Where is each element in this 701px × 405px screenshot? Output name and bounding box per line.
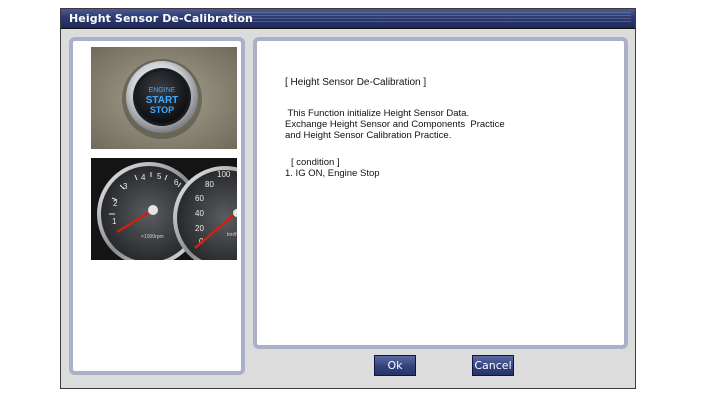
- button-text-engine: ENGINE: [149, 87, 176, 94]
- svg-text:1: 1: [112, 217, 117, 226]
- svg-text:2: 2: [113, 199, 118, 208]
- svg-text:80: 80: [205, 180, 214, 189]
- description-panel: [ Height Sensor De-Calibration ] This Fu…: [253, 37, 628, 349]
- condition-heading: [ condition ]: [291, 157, 340, 168]
- svg-text:60: 60: [195, 194, 204, 203]
- title-bar-grip: [231, 12, 631, 24]
- svg-text:20: 20: [195, 224, 204, 233]
- svg-text:4: 4: [141, 173, 146, 182]
- engine-start-stop-button-image: ENGINE START STOP: [91, 47, 237, 149]
- cancel-button[interactable]: Cancel: [472, 355, 514, 376]
- window-title: Height Sensor De-Calibration: [69, 12, 253, 25]
- title-bar[interactable]: Height Sensor De-Calibration: [61, 9, 635, 29]
- description-text: This Function initialize Height Sensor D…: [285, 108, 505, 141]
- description-line: This Function initialize Height Sensor D…: [285, 108, 470, 119]
- svg-text:6: 6: [174, 178, 179, 187]
- ok-button[interactable]: Ok: [374, 355, 416, 376]
- description-line: and Height Sensor Calibration Practice.: [285, 130, 452, 141]
- instrument-cluster-image: 2 1 3 4 5 6 ×1000rpm 100 80 60 40 20 km/…: [91, 158, 237, 260]
- description-line: Exchange Height Sensor and Components Pr…: [285, 119, 505, 130]
- svg-text:40: 40: [195, 209, 204, 218]
- dialog-window: Height Sensor De-Calibration ENGINE STAR…: [60, 8, 636, 389]
- svg-text:5: 5: [157, 172, 162, 181]
- content-heading: [ Height Sensor De-Calibration ]: [285, 77, 427, 88]
- svg-text:100: 100: [217, 170, 231, 179]
- svg-text:3: 3: [123, 182, 128, 191]
- condition-item: 1. IG ON, Engine Stop: [285, 168, 380, 179]
- svg-text:km/h: km/h: [227, 232, 237, 238]
- svg-text:×1000rpm: ×1000rpm: [141, 234, 164, 240]
- button-text-stop: STOP: [150, 105, 174, 115]
- image-panel: ENGINE START STOP 2 1 3 4 5 6 ×1000rpm 1…: [69, 37, 245, 375]
